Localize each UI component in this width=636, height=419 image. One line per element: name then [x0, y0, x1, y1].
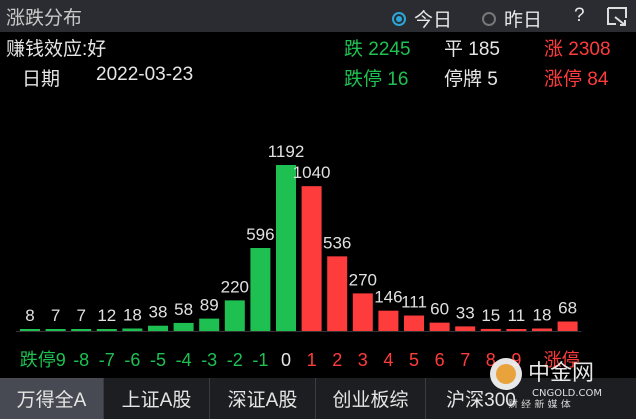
value-label-2: 7 — [76, 306, 85, 325]
tab-sz-a[interactable]: 深证A股 — [210, 378, 316, 419]
value-label-7: 89 — [200, 296, 219, 315]
svg-text:中金网: 中金网 — [528, 361, 594, 386]
suspended-count: 停牌 5 — [444, 69, 498, 90]
sentiment-label: 赚钱效应:好 — [6, 39, 107, 60]
tick-label-6: -3 — [201, 350, 217, 370]
value-label-4: 18 — [123, 305, 142, 324]
help-button[interactable]: ? — [574, 5, 585, 27]
tick-label-2: -7 — [99, 350, 115, 370]
tick-label-12: 3 — [358, 350, 368, 370]
value-label-5: 38 — [149, 303, 168, 322]
up-count: 涨 2308 — [544, 39, 611, 60]
value-label-8: 220 — [221, 277, 249, 296]
value-label-0: 8 — [25, 306, 34, 325]
value-label-17: 33 — [456, 303, 475, 322]
bar-17 — [455, 326, 476, 331]
down-count: 跌 2245 — [344, 39, 411, 60]
bar-1 — [45, 329, 66, 331]
bar-2 — [71, 329, 92, 331]
radio-yesterday[interactable]: 昨日 — [482, 5, 542, 32]
value-label-1: 7 — [51, 306, 60, 325]
bar-7 — [199, 318, 220, 331]
value-label-15: 111 — [401, 293, 427, 312]
bar-19 — [506, 329, 527, 331]
tab-chinext[interactable]: 创业板综 — [316, 378, 426, 419]
date-value: 2022-03-23 — [96, 64, 194, 85]
value-label-3: 12 — [97, 306, 116, 325]
tick-label-7: -2 — [227, 350, 243, 370]
svg-text:财 经 新 媒 体: 财 经 新 媒 体 — [508, 398, 571, 408]
value-label-21: 68 — [558, 299, 577, 318]
watermark-logo: 中金网 CNGOLD.COM 财 经 新 媒 体 — [490, 358, 602, 408]
bar-4 — [122, 328, 143, 331]
radio-off-icon — [482, 11, 496, 26]
tick-label-3: -6 — [124, 350, 140, 370]
bar-21 — [557, 321, 578, 331]
bar-3 — [96, 329, 117, 331]
bar-16 — [429, 322, 450, 331]
bar-12 — [327, 256, 348, 331]
date-label: 日期 — [22, 69, 61, 90]
tick-label-5: -4 — [176, 350, 192, 370]
bar-9 — [250, 248, 271, 331]
title-bar: 涨跌分布 今日 昨日 ? — [0, 0, 636, 32]
bar-20 — [532, 328, 552, 331]
bar-5 — [148, 325, 168, 331]
value-label-13: 270 — [349, 270, 377, 289]
tick-label-0: 跌停9 — [20, 350, 66, 370]
popout-icon[interactable] — [606, 6, 628, 26]
bar-13 — [352, 293, 373, 331]
value-label-12: 536 — [323, 233, 351, 252]
radio-yesterday-label: 昨日 — [504, 10, 543, 31]
value-label-19: 11 — [508, 306, 526, 325]
distribution-chart: 8 7 7 12 18 38 58 8922059611921040536270146111 6… — [16, 142, 582, 370]
radio-today-label: 今日 — [414, 10, 453, 31]
tick-label-11: 2 — [332, 350, 342, 370]
value-label-18: 15 — [481, 306, 500, 325]
tick-label-9: 0 — [281, 350, 291, 370]
tab-wind-all-a[interactable]: 万得全A — [0, 378, 104, 419]
tick-label-10: 1 — [307, 350, 317, 370]
bar-10 — [276, 165, 296, 331]
tick-label-4: -5 — [150, 350, 166, 370]
tick-label-15: 6 — [435, 350, 445, 370]
tick-label-13: 4 — [383, 350, 393, 370]
value-label-9: 596 — [246, 225, 274, 244]
value-label-16: 60 — [430, 300, 449, 319]
limit-up-count: 涨停 84 — [544, 69, 609, 90]
value-label-6: 58 — [174, 300, 193, 319]
radio-today[interactable]: 今日 — [392, 5, 452, 32]
svg-text:CNGOLD.COM: CNGOLD.COM — [532, 388, 602, 399]
tick-label-14: 5 — [409, 350, 419, 370]
limit-down-count: 跌停 16 — [344, 69, 409, 90]
bar-8 — [224, 300, 245, 331]
bar-14 — [378, 310, 399, 331]
flat-count: 平 185 — [444, 39, 500, 60]
bar-6 — [173, 322, 194, 331]
tab-sh-a[interactable]: 上证A股 — [104, 378, 210, 419]
radio-on-icon — [392, 11, 406, 26]
bar-15 — [404, 315, 424, 331]
value-label-10: 1192 — [268, 142, 305, 161]
value-label-20: 18 — [533, 305, 552, 324]
tick-label-16: 7 — [460, 350, 470, 370]
bar-0 — [20, 329, 40, 331]
value-label-14: 146 — [374, 288, 402, 307]
tick-label-8: -1 — [252, 350, 268, 370]
panel-title: 涨跌分布 — [6, 8, 83, 29]
tick-label-1: -8 — [73, 350, 89, 370]
value-label-11: 1040 — [293, 163, 331, 182]
bar-11 — [301, 186, 322, 331]
bar-18 — [480, 328, 501, 331]
